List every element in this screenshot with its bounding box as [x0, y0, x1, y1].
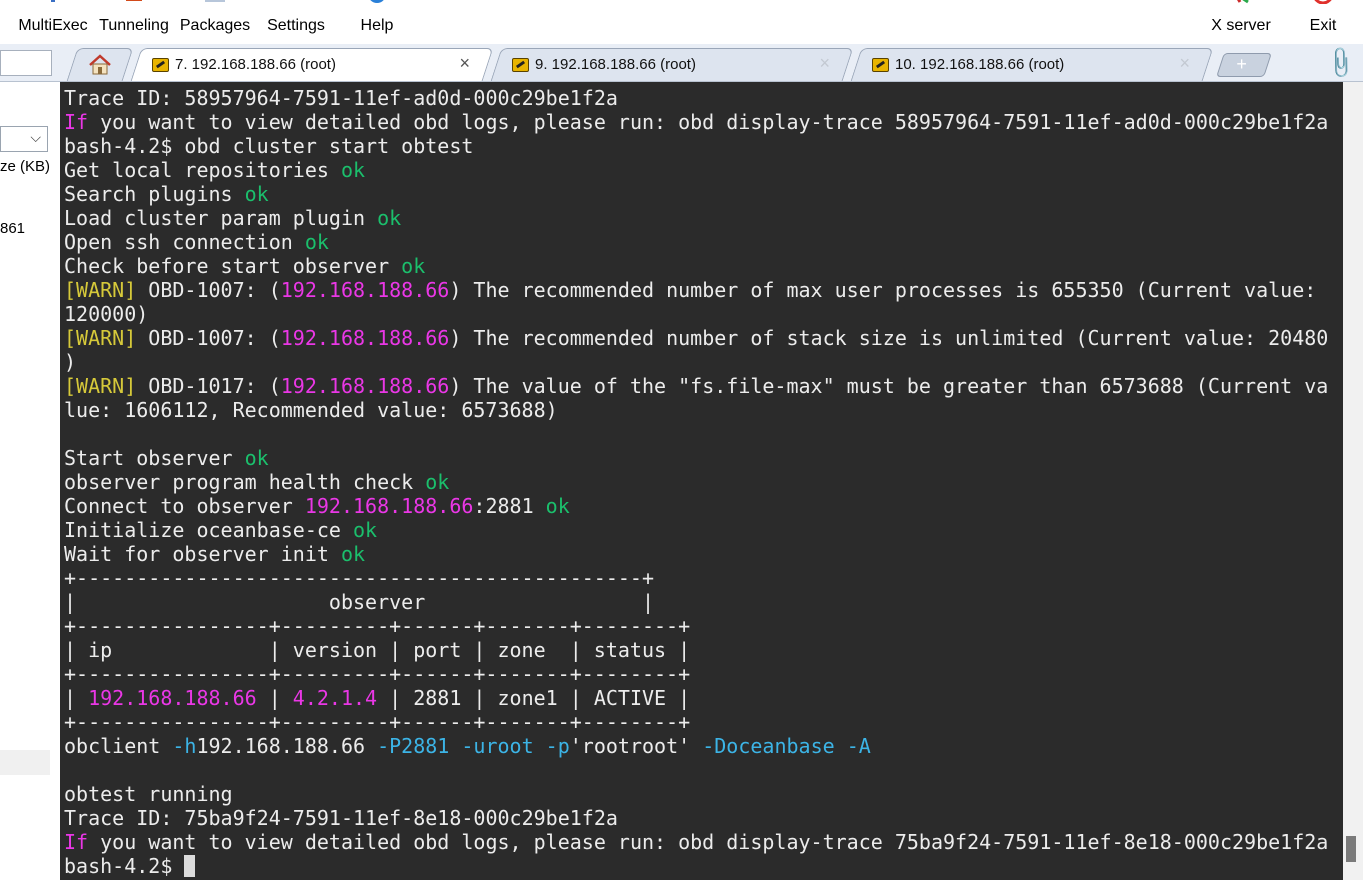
terminal-scrollbar[interactable] [1343, 82, 1363, 880]
new-tab-button[interactable]: + [1216, 53, 1272, 77]
xserver-icon [1237, 0, 1249, 4]
tab-label: 10. 192.168.188.66 (root) [895, 56, 1065, 73]
plus-icon: + [1236, 54, 1247, 74]
close-icon[interactable]: × [1179, 53, 1190, 74]
main-toolbar: MultiExec Tunneling Packages Settings He… [0, 0, 1363, 44]
ssh-key-icon [152, 57, 169, 72]
tunneling-icon [126, 0, 142, 1]
terminal-pane[interactable]: Trace ID: 58957964-7591-11ef-ad0d-000c29… [60, 82, 1343, 880]
settings-button[interactable]: Settings [262, 0, 330, 44]
tab-session-7[interactable]: 7. 192.168.188.66 (root) × [130, 48, 494, 81]
ssh-key-icon [872, 57, 889, 72]
size-column-header[interactable]: ze (KB) [0, 158, 50, 175]
multiexec-button[interactable]: MultiExec [18, 0, 88, 44]
packages-button[interactable]: Packages [180, 0, 250, 44]
packages-label: Packages [179, 17, 251, 34]
help-button[interactable]: Help [350, 0, 404, 44]
chevron-down-icon: ⌵ [30, 129, 41, 145]
scrollbar-thumb[interactable] [1346, 836, 1356, 862]
tab-session-10[interactable]: 10. 192.168.188.66 (root) × [850, 48, 1214, 81]
home-tab[interactable] [66, 48, 134, 81]
tunneling-label: Tunneling [99, 17, 169, 34]
sidebar-status-bar [0, 750, 50, 775]
tab-session-9[interactable]: 9. 192.168.188.66 (root) × [490, 48, 854, 81]
sftp-sidebar: ⌵ ze (KB) 861 [0, 82, 61, 880]
multiexec-label: MultiExec [18, 17, 88, 34]
tab-label: 9. 192.168.188.66 (root) [535, 56, 696, 73]
xserver-label: X server [1211, 17, 1271, 34]
exit-label: Exit [1309, 17, 1337, 34]
xserver-button[interactable]: X server [1204, 0, 1278, 44]
terminal-cursor [184, 855, 196, 877]
quick-connect-input[interactable] [0, 50, 52, 76]
close-icon[interactable]: × [459, 53, 470, 74]
session-tab-strip: 7. 192.168.188.66 (root) × 9. 192.168.18… [0, 44, 1363, 82]
exit-icon [1314, 0, 1332, 4]
exit-button[interactable]: Exit [1300, 0, 1346, 44]
tab-label: 7. 192.168.188.66 (root) [175, 56, 336, 73]
settings-label: Settings [267, 17, 325, 34]
close-icon[interactable]: × [819, 53, 830, 74]
sidebar-path-select[interactable]: ⌵ [0, 126, 48, 152]
file-size-value: 861 [0, 220, 26, 237]
terminal-output: Trace ID: 58957964-7591-11ef-ad0d-000c29… [64, 86, 1329, 878]
home-icon [89, 54, 111, 75]
help-icon [370, 0, 384, 3]
ssh-key-icon [512, 57, 529, 72]
help-label: Help [360, 17, 394, 34]
packages-icon [205, 0, 225, 2]
tunneling-button[interactable]: Tunneling [96, 0, 172, 44]
multiexec-icon [51, 0, 55, 2]
